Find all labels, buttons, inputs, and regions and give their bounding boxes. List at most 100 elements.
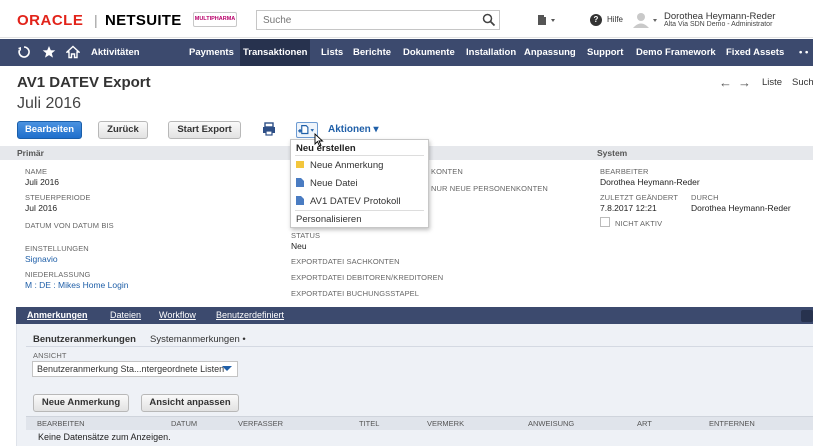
global-search bbox=[256, 10, 500, 30]
nav-item-lists[interactable]: Lists bbox=[318, 39, 346, 66]
print-icon[interactable] bbox=[262, 122, 276, 136]
inner-tab-divider bbox=[26, 346, 813, 347]
column-header[interactable]: DATUM bbox=[171, 419, 197, 428]
column-header[interactable]: ART bbox=[637, 419, 652, 428]
user-role[interactable]: Alta Via SDN Demo - Administrator bbox=[664, 21, 772, 28]
nav-more[interactable]: • • bbox=[796, 39, 811, 66]
file-icon bbox=[296, 178, 304, 187]
create-new-dropdown: Neu erstellen Neue Anmerkung Neue Datei … bbox=[290, 139, 429, 228]
main-navigation: Aktivitäten Payments Transaktionen Lists… bbox=[0, 39, 813, 66]
back-button[interactable]: Zurück bbox=[98, 121, 148, 139]
menu-item-label: Neue Datei bbox=[310, 178, 358, 189]
editor-label: BEARBEITER bbox=[600, 167, 649, 176]
view-select-value: Benutzeranmerkung Sta...ntergeordnete Li… bbox=[37, 364, 225, 374]
star-icon[interactable] bbox=[38, 39, 60, 66]
tab-system-notes[interactable]: Systemanmerkungen • bbox=[150, 334, 246, 345]
dropdown-heading: Neu erstellen bbox=[296, 143, 356, 154]
help-icon[interactable]: ? bbox=[590, 14, 602, 26]
recent-records-icon[interactable] bbox=[535, 13, 559, 27]
subtab-bar: Anmerkungen Dateien Workflow Benutzerdef… bbox=[16, 307, 813, 324]
menu-item-personalize[interactable]: Personalisieren bbox=[296, 214, 361, 225]
last-changed-value: 7.8.2017 12:21 bbox=[600, 203, 657, 213]
dropdown-divider bbox=[295, 155, 424, 156]
empty-table-message: Keine Datensätze zum Anzeigen. bbox=[38, 432, 171, 442]
oracle-logo[interactable]: ORACLE bbox=[17, 12, 83, 29]
status-label: STATUS bbox=[291, 231, 321, 240]
period-label: STEUERPERIODE bbox=[25, 193, 91, 202]
column-header[interactable]: VERFASSER bbox=[238, 419, 283, 428]
last-changed-label: ZULETZT GEÄNDERT bbox=[600, 193, 678, 202]
inactive-checkbox[interactable] bbox=[600, 217, 610, 227]
nav-item-fixed-assets[interactable]: Fixed Assets bbox=[723, 39, 787, 66]
tab-dateien[interactable]: Dateien bbox=[110, 307, 141, 324]
accounts-label: KONTEN bbox=[431, 167, 463, 176]
view-select[interactable]: Benutzeranmerkung Sta...ntergeordnete Li… bbox=[32, 361, 238, 377]
previous-arrow-icon[interactable]: ← bbox=[719, 75, 732, 90]
view-label: ANSICHT bbox=[33, 351, 67, 360]
branch-label: NIEDERLASSUNG bbox=[25, 270, 91, 279]
help-link[interactable]: Hilfe bbox=[607, 15, 623, 24]
section-system-title: System bbox=[597, 148, 628, 158]
company-logo: MULTIPHARMA bbox=[193, 12, 237, 27]
record-icon bbox=[296, 196, 304, 205]
history-icon[interactable] bbox=[13, 39, 35, 66]
nav-item-berichte[interactable]: Berichte bbox=[350, 39, 394, 66]
tab-user-notes[interactable]: Benutzeranmerkungen bbox=[33, 334, 136, 345]
changed-by-value: Dorothea Heymann-Reder bbox=[691, 203, 791, 213]
nav-item-support[interactable]: Support bbox=[584, 39, 626, 66]
section-primary-title: Primär bbox=[17, 148, 44, 158]
settings-label: EINSTELLUNGEN bbox=[25, 244, 89, 253]
menu-item-datev-protocol[interactable]: AV1 DATEV Protokoll bbox=[296, 196, 400, 207]
column-header[interactable]: VERMERK bbox=[427, 419, 464, 428]
column-header[interactable]: ANWEISUNG bbox=[528, 419, 574, 428]
nav-item-demo-framework[interactable]: Demo Framework bbox=[633, 39, 719, 66]
next-arrow-icon[interactable]: → bbox=[738, 75, 751, 90]
menu-item-label: AV1 DATEV Protokoll bbox=[310, 196, 401, 207]
new-person-accounts-label: NUR NEUE PERSONENKONTEN bbox=[431, 184, 548, 193]
period-value: Jul 2016 bbox=[25, 203, 58, 213]
nav-item-aktivitaeten[interactable]: Aktivitäten bbox=[88, 39, 143, 66]
start-export-button[interactable]: Start Export bbox=[168, 121, 241, 139]
menu-item-new-note[interactable]: Neue Anmerkung bbox=[296, 160, 383, 171]
inactive-label: NICHT AKTIV bbox=[615, 219, 663, 228]
subtab-menu-icon[interactable] bbox=[801, 310, 813, 322]
date-range-label: DATUM VON DATUM BIS bbox=[25, 221, 114, 230]
nav-item-payments[interactable]: Payments bbox=[186, 39, 237, 66]
column-header: ENTFERNEN bbox=[709, 419, 755, 428]
export-file-batch-label: EXPORTDATEI BUCHUNGSSTAPEL bbox=[291, 289, 420, 298]
column-header[interactable]: TITEL bbox=[359, 419, 379, 428]
note-icon bbox=[296, 160, 304, 169]
tab-anmerkungen[interactable]: Anmerkungen bbox=[27, 307, 88, 324]
settings-value[interactable]: Signavio bbox=[25, 254, 58, 264]
search-icon[interactable] bbox=[478, 10, 500, 30]
page-title: AV1 DATEV Export bbox=[17, 74, 151, 91]
tab-benutzerdefiniert[interactable]: Benutzerdefiniert bbox=[216, 307, 284, 324]
home-icon[interactable] bbox=[62, 39, 84, 66]
new-note-button[interactable]: Neue Anmerkung bbox=[33, 394, 129, 412]
menu-item-new-file[interactable]: Neue Datei bbox=[296, 178, 358, 189]
nav-item-dokumente[interactable]: Dokumente bbox=[400, 39, 458, 66]
dropdown-divider bbox=[295, 210, 424, 211]
notes-table-header: BEARBEITEN DATUM VERFASSER TITEL VERMERK… bbox=[26, 416, 813, 430]
list-link[interactable]: Liste bbox=[762, 77, 782, 88]
menu-item-label: Neue Anmerkung bbox=[310, 160, 384, 171]
nav-item-transaktionen[interactable]: Transaktionen bbox=[240, 39, 311, 66]
avatar[interactable] bbox=[630, 11, 660, 29]
netsuite-logo[interactable]: NETSUITE bbox=[105, 12, 182, 29]
name-value: Juli 2016 bbox=[25, 177, 60, 187]
edit-button[interactable]: Bearbeiten bbox=[17, 121, 82, 139]
column-header: BEARBEITEN bbox=[37, 419, 85, 428]
logo-separator: | bbox=[94, 12, 98, 28]
customize-view-button[interactable]: Ansicht anpassen bbox=[141, 394, 239, 412]
changed-by-label: DURCH bbox=[691, 193, 719, 202]
global-search-input[interactable] bbox=[257, 11, 457, 29]
nav-item-installation[interactable]: Installation bbox=[463, 39, 519, 66]
branch-value[interactable]: M : DE : Mikes Home Login bbox=[25, 280, 128, 290]
record-name: Juli 2016 bbox=[17, 95, 82, 112]
export-file-accounts-label: EXPORTDATEI SACHKONTEN bbox=[291, 257, 400, 266]
name-label: NAME bbox=[25, 167, 48, 176]
tab-workflow[interactable]: Workflow bbox=[159, 307, 196, 324]
actions-menu[interactable]: Aktionen ▾ bbox=[328, 124, 379, 135]
nav-item-anpassung[interactable]: Anpassung bbox=[521, 39, 579, 66]
search-link[interactable]: Suche bbox=[792, 77, 813, 88]
